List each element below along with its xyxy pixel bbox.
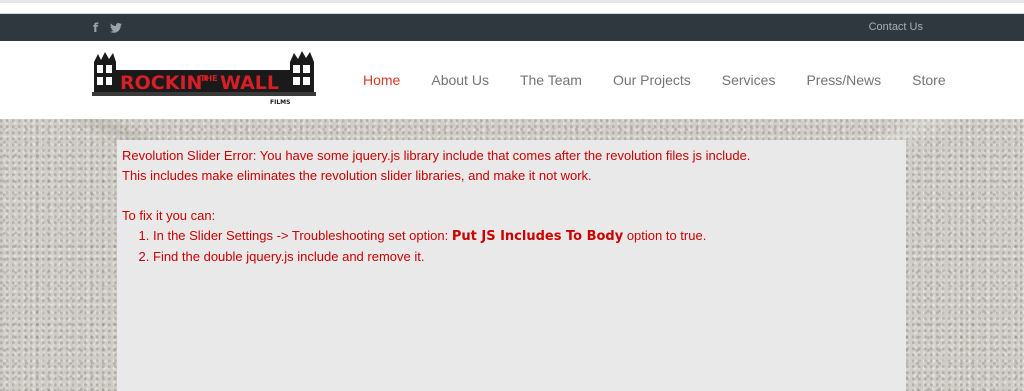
logo-left-tower [94, 52, 116, 94]
nav-item-home[interactable]: Home [363, 72, 400, 88]
fix-steps-list: In the Slider Settings -> Troubleshootin… [153, 226, 901, 267]
twitter-icon[interactable] [110, 22, 123, 33]
fix-step-1: In the Slider Settings -> Troubleshootin… [153, 226, 901, 247]
nav-item-the-team[interactable]: The Team [520, 72, 582, 88]
nav-item-store[interactable]: Store [912, 72, 945, 88]
nav-item-services[interactable]: Services [722, 72, 776, 88]
fix-step-1-option: Put JS Includes To Body [451, 229, 624, 244]
site-header: ROCKIN' THE WALL FILMS Home About Us The… [0, 41, 1024, 119]
site-logo[interactable]: ROCKIN' THE WALL FILMS [92, 48, 320, 106]
fix-step-1-prefix: In the Slider Settings -> Troubleshootin… [153, 228, 452, 243]
facebook-icon[interactable]: f [93, 22, 98, 34]
fix-step-2: Find the double jquery.js include and re… [153, 247, 901, 267]
fix-intro: To fix it you can: [122, 208, 216, 223]
main-nav: Home About Us The Team Our Projects Serv… [363, 41, 977, 119]
nav-item-press-news[interactable]: Press/News [806, 72, 881, 88]
slider-error-box: Revolution Slider Error: You have some j… [117, 140, 906, 391]
top-bar: f Contact Us [0, 14, 1024, 41]
social-links: f [93, 14, 123, 41]
error-line-2: This includes make eliminates the revolu… [122, 168, 592, 183]
logo-text-the: THE [200, 74, 218, 83]
nav-item-about-us[interactable]: About Us [431, 72, 489, 88]
logo-text-wall: WALL [220, 72, 279, 94]
logo-text-rockin: ROCKIN' [120, 72, 208, 94]
logo-right-tower [290, 51, 314, 94]
error-line-1: Revolution Slider Error: You have some j… [122, 148, 751, 163]
fix-step-1-suffix: option to true. [623, 228, 707, 243]
contact-us-link[interactable]: Contact Us [869, 14, 923, 41]
browser-top-edge [0, 0, 1024, 14]
logo-text-films: FILMS [270, 99, 290, 106]
nav-item-our-projects[interactable]: Our Projects [613, 72, 691, 88]
main-content: Revolution Slider Error: You have some j… [0, 119, 1024, 391]
